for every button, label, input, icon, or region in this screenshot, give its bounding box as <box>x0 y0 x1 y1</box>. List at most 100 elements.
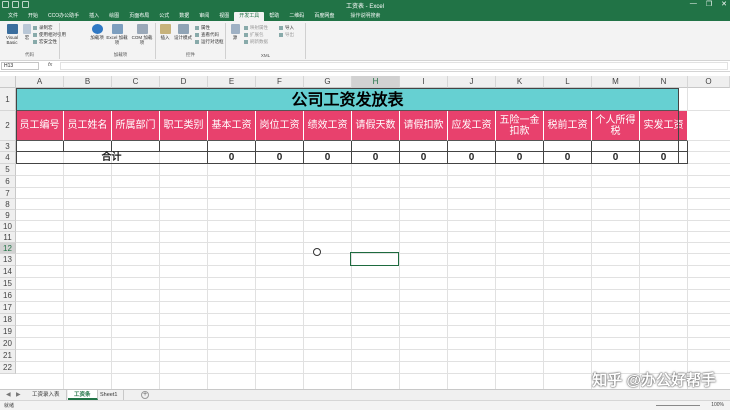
tell-me-search[interactable]: 操作说明搜索 <box>345 12 385 21</box>
properties-button[interactable]: 属性 <box>195 25 210 30</box>
tab-2[interactable]: CCO办公助手 <box>43 12 84 21</box>
header-cell[interactable]: 员工姓名 <box>64 111 112 141</box>
total-value-cell[interactable]: 0 <box>544 152 592 164</box>
empty-data-cell[interactable] <box>16 141 64 152</box>
row-header[interactable]: 6 <box>0 176 16 188</box>
row-header[interactable]: 10 <box>0 221 16 232</box>
row-header[interactable]: 9 <box>0 210 16 221</box>
row-header[interactable]: 4 <box>0 152 16 164</box>
total-value-cell[interactable]: 0 <box>592 152 640 164</box>
total-value-cell[interactable]: 0 <box>400 152 448 164</box>
tab-13[interactable]: 百度网盘 <box>309 12 339 21</box>
minimize-button[interactable]: — <box>690 0 697 8</box>
empty-data-cell[interactable] <box>208 141 256 152</box>
sheet-tab[interactable]: Sheet1 <box>94 390 125 400</box>
macro-button[interactable]: 宏 <box>22 24 32 40</box>
empty-data-cell[interactable] <box>352 141 400 152</box>
column-header[interactable]: O <box>688 76 730 88</box>
tab-10[interactable]: 开发工具 <box>234 12 265 21</box>
header-cell[interactable]: 应发工资 <box>448 111 496 141</box>
prev-sheet-icon[interactable]: ◀ <box>6 391 11 398</box>
row-header[interactable]: 16 <box>0 290 16 302</box>
select-all-corner[interactable] <box>0 76 16 88</box>
header-cell[interactable]: 请假天数 <box>352 111 400 141</box>
row-header[interactable]: 22 <box>0 362 16 374</box>
next-sheet-icon[interactable]: ▶ <box>16 391 21 398</box>
macro-security-button[interactable]: 宏安全性 <box>33 39 57 44</box>
row-header[interactable]: 2 <box>0 111 16 141</box>
view-code-button[interactable]: 查看代码 <box>195 32 219 37</box>
column-header[interactable]: L <box>544 76 592 88</box>
sheet-title[interactable]: 公司工资发放表 <box>16 88 679 111</box>
close-button[interactable]: ✕ <box>721 0 727 8</box>
total-label-cell[interactable]: 合计 <box>16 152 208 164</box>
tab-6[interactable]: 公式 <box>154 12 174 21</box>
zoom-level[interactable]: 100% <box>711 402 724 408</box>
empty-data-cell[interactable] <box>304 141 352 152</box>
com-addins-button[interactable]: COM 加载项 <box>130 24 154 45</box>
empty-data-cell[interactable] <box>256 141 304 152</box>
row-header[interactable]: 12 <box>0 243 16 254</box>
header-cell[interactable]: 个人所得税 <box>592 111 640 141</box>
empty-data-cell[interactable] <box>160 141 208 152</box>
map-properties-button[interactable]: 映射属性 <box>244 25 268 30</box>
tab-1[interactable]: 开始 <box>23 12 43 21</box>
column-header[interactable]: K <box>496 76 544 88</box>
row-header[interactable]: 21 <box>0 350 16 362</box>
record-macro-button[interactable]: 录制宏 <box>33 25 53 30</box>
tab-4[interactable]: 绘图 <box>104 12 124 21</box>
empty-data-cell[interactable] <box>112 141 160 152</box>
empty-data-cell[interactable] <box>544 141 592 152</box>
row-header[interactable]: 17 <box>0 302 16 314</box>
row-header[interactable]: 15 <box>0 278 16 290</box>
column-header[interactable]: E <box>208 76 256 88</box>
column-header[interactable]: B <box>64 76 112 88</box>
row-header[interactable]: 5 <box>0 164 16 176</box>
addins-button[interactable]: 加载项 <box>88 24 106 40</box>
tab-3[interactable]: 插入 <box>84 12 104 21</box>
header-cell[interactable]: 职工类别 <box>160 111 208 141</box>
refresh-data-button[interactable]: 刷新数据 <box>244 39 268 44</box>
xml-source-button[interactable]: 源 <box>229 24 241 40</box>
header-cell[interactable]: 所属部门 <box>112 111 160 141</box>
row-header[interactable]: 20 <box>0 338 16 350</box>
formula-input[interactable] <box>60 62 728 70</box>
header-cell[interactable]: 五险一金扣款 <box>496 111 544 141</box>
header-cell[interactable]: 岗位工资 <box>256 111 304 141</box>
tab-11[interactable]: 帮助 <box>264 12 284 21</box>
total-value-cell[interactable]: 0 <box>304 152 352 164</box>
import-button[interactable]: 导入 <box>279 25 294 30</box>
header-cell[interactable]: 员工编号 <box>16 111 64 141</box>
row-header[interactable]: 1 <box>0 88 16 111</box>
header-cell[interactable]: 基本工资 <box>208 111 256 141</box>
header-cell[interactable]: 实发工资 <box>640 111 688 141</box>
restore-button[interactable]: ❐ <box>706 0 712 8</box>
column-header[interactable]: C <box>112 76 160 88</box>
name-box[interactable]: H13 <box>1 62 39 70</box>
row-header[interactable]: 8 <box>0 199 16 210</box>
empty-data-cell[interactable] <box>448 141 496 152</box>
tab-7[interactable]: 数据 <box>174 12 194 21</box>
total-value-cell[interactable]: 0 <box>352 152 400 164</box>
total-value-cell[interactable]: 0 <box>256 152 304 164</box>
row-header[interactable]: 11 <box>0 232 16 243</box>
column-header[interactable]: J <box>448 76 496 88</box>
design-mode-button[interactable]: 设计模式 <box>173 24 193 40</box>
column-header[interactable]: I <box>400 76 448 88</box>
expansion-pack-button[interactable]: 扩展包 <box>244 32 264 37</box>
total-value-cell[interactable]: 0 <box>640 152 688 164</box>
header-cell[interactable]: 绩效工资 <box>304 111 352 141</box>
column-header[interactable]: M <box>592 76 640 88</box>
fx-icon[interactable]: fx <box>48 62 52 68</box>
row-header[interactable]: 3 <box>0 141 16 152</box>
export-button[interactable]: 导出 <box>279 32 294 37</box>
column-header[interactable]: G <box>304 76 352 88</box>
column-header[interactable]: A <box>16 76 64 88</box>
row-header[interactable]: 19 <box>0 326 16 338</box>
tab-5[interactable]: 页面布局 <box>124 12 154 21</box>
row-header[interactable]: 18 <box>0 314 16 326</box>
run-dialog-button[interactable]: 运行对话框 <box>195 39 224 44</box>
tab-0[interactable]: 文件 <box>3 12 23 21</box>
tab-8[interactable]: 审阅 <box>194 12 214 21</box>
header-cell[interactable]: 税前工资 <box>544 111 592 141</box>
